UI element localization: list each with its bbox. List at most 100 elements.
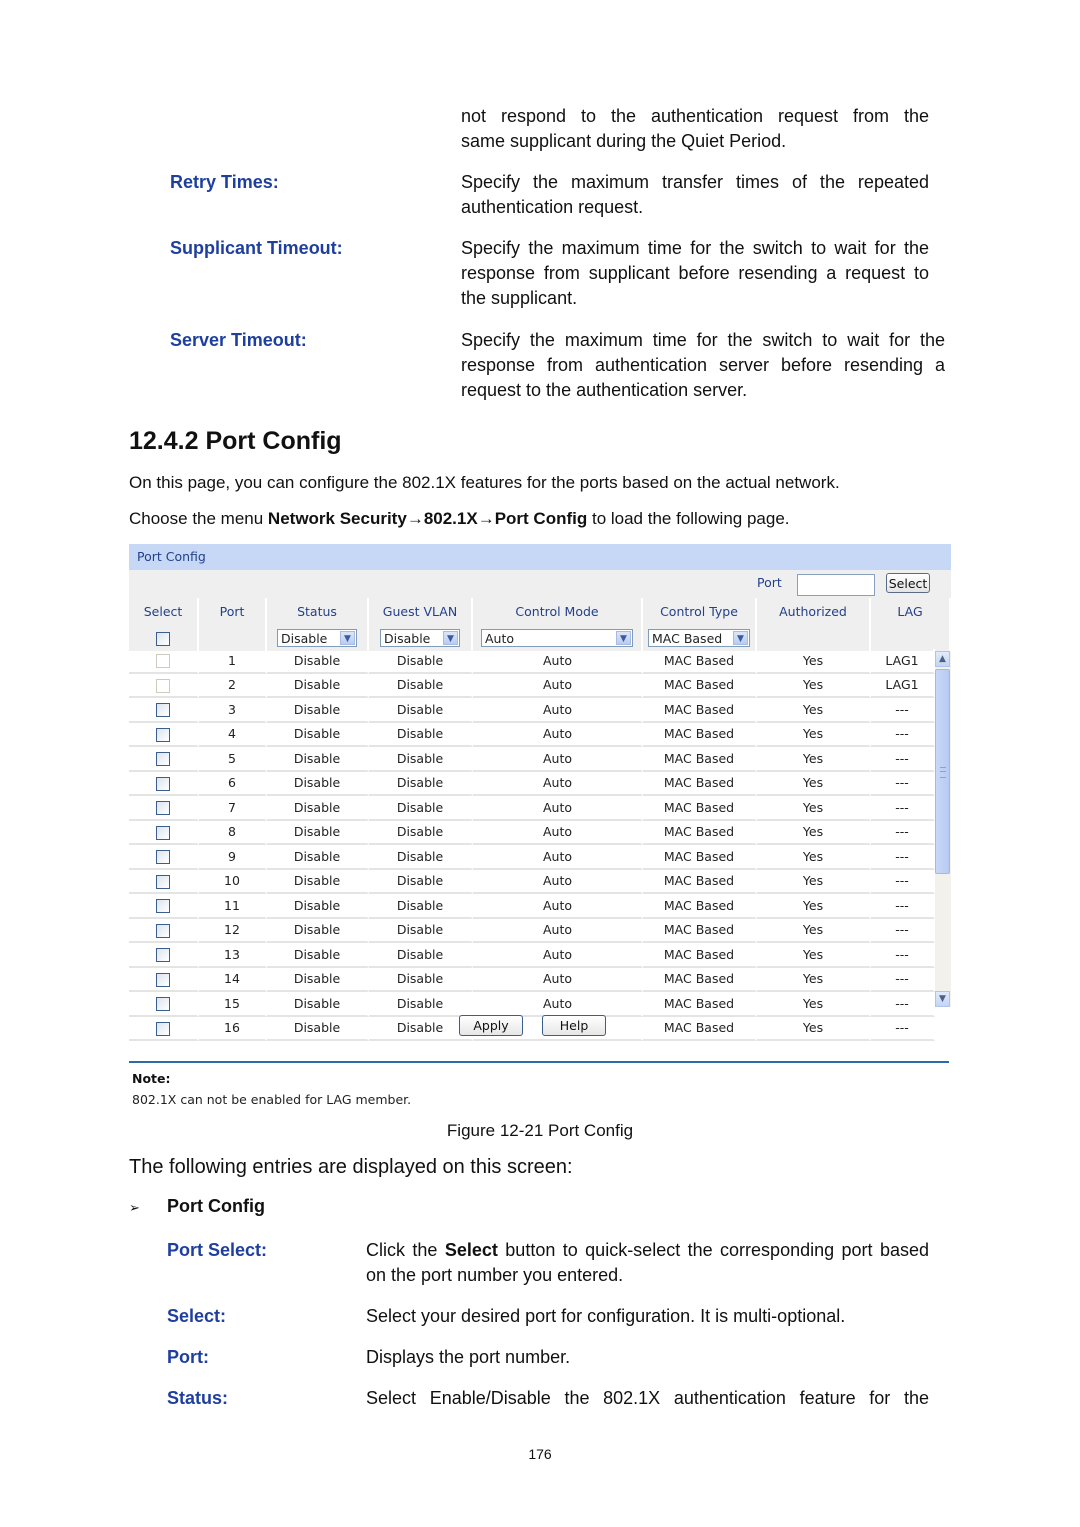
status-value: Disable — [267, 869, 369, 894]
apply-button[interactable]: Apply — [459, 1015, 523, 1036]
port-number: 1 — [199, 649, 267, 674]
page-number: 176 — [528, 1446, 552, 1462]
control-type-value: MAC Based — [643, 918, 757, 943]
panel-title: Port Config — [129, 544, 951, 570]
port-number: 7 — [199, 796, 267, 821]
col-authorized: Authorized — [757, 598, 871, 625]
control-mode-value: Auto — [473, 967, 643, 992]
lag-value: --- — [871, 992, 935, 1017]
desc-status: Select Enable/Disable the 802.1X authent… — [366, 1388, 929, 1408]
entries-intro: The following entries are displayed on t… — [129, 1156, 573, 1178]
table-row: 15 Disable Disable Auto MAC Based Yes --- — [129, 992, 935, 1017]
table-row: 1 Disable Disable Auto MAC Based Yes LAG1 — [129, 649, 935, 674]
term-server-timeout: Server Timeout: — [170, 330, 307, 350]
row-select-checkbox[interactable] — [156, 948, 170, 962]
table-scrollbar[interactable]: ▲ ▼ — [935, 651, 951, 1007]
scroll-down-icon[interactable]: ▼ — [935, 991, 950, 1007]
scrollbar-thumb[interactable] — [935, 669, 950, 874]
guest-vlan-value: Disable — [369, 673, 473, 698]
control-mode-value: Auto — [473, 649, 643, 674]
port-number: 8 — [199, 820, 267, 845]
authorized-value: Yes — [757, 747, 871, 772]
desc-supplicant-timeout: Specify the maximum time for the switch … — [461, 238, 929, 308]
authorized-value: Yes — [757, 918, 871, 943]
guest-vlan-value: Disable — [369, 845, 473, 870]
control-type-value: MAC Based — [643, 649, 757, 674]
port-number: 5 — [199, 747, 267, 772]
table-row: 2 Disable Disable Auto MAC Based Yes LAG1 — [129, 673, 935, 698]
control-mode-value: Auto — [473, 698, 643, 723]
control-mode-value: Auto — [473, 918, 643, 943]
row-select-checkbox[interactable] — [156, 703, 170, 717]
table-row: 5 Disable Disable Auto MAC Based Yes --- — [129, 747, 935, 772]
control-mode-value: Auto — [473, 869, 643, 894]
desc-select: Select your desired port for configurati… — [366, 1306, 846, 1326]
guest-vlan-value: Disable — [369, 820, 473, 845]
control-type-value: MAC Based — [643, 869, 757, 894]
control-mode-value: Auto — [473, 771, 643, 796]
port-number: 2 — [199, 673, 267, 698]
row-select-checkbox[interactable] — [156, 972, 170, 987]
lag-value: --- — [871, 820, 935, 845]
control-type-value: MAC Based — [643, 673, 757, 698]
term-status: Status: — [167, 1388, 229, 1408]
control-mode-value: Auto — [473, 722, 643, 747]
status-value: Disable — [267, 649, 369, 674]
row-select-checkbox[interactable] — [156, 752, 170, 766]
guest-vlan-value: Disable — [369, 894, 473, 919]
status-value: Disable — [267, 992, 369, 1017]
status-value: Disable — [267, 1016, 369, 1041]
row-select-checkbox[interactable] — [156, 899, 170, 913]
row-select-checkbox[interactable] — [156, 923, 170, 938]
table-row: 7 Disable Disable Auto MAC Based Yes --- — [129, 796, 935, 821]
authorized-value: Yes — [757, 992, 871, 1017]
port-config-panel: Port Config Port Select Select Port Stat… — [129, 544, 951, 1041]
status-value: Disable — [267, 796, 369, 821]
guest-vlan-value: Disable — [369, 869, 473, 894]
note-divider — [129, 1061, 949, 1063]
control-mode-value: Auto — [473, 845, 643, 870]
chevron-down-icon: ▼ — [616, 631, 631, 645]
control-type-value: MAC Based — [643, 992, 757, 1017]
control-type-value: MAC Based — [643, 943, 757, 968]
status-value: Disable — [267, 722, 369, 747]
control-mode-dropdown[interactable]: Auto ▼ — [481, 629, 633, 647]
select-button[interactable]: Select — [886, 573, 930, 593]
row-select-checkbox[interactable] — [156, 1021, 170, 1036]
control-type-value: MAC Based — [643, 820, 757, 845]
row-select-checkbox[interactable] — [156, 850, 170, 864]
port-table: 1 Disable Disable Auto MAC Based Yes LAG1 2 Disa… — [129, 649, 935, 1041]
guest-vlan-dropdown[interactable]: Disable ▼ — [380, 629, 460, 647]
port-number: 14 — [199, 967, 267, 992]
col-control-mode: Control Mode — [473, 598, 643, 625]
control-mode-value: Auto — [473, 796, 643, 821]
control-type-value: MAC Based — [643, 747, 757, 772]
control-type-value: MAC Based — [643, 1016, 757, 1041]
row-select-checkbox[interactable] — [156, 874, 170, 889]
help-button[interactable]: Help — [542, 1015, 606, 1036]
authorized-value: Yes — [757, 698, 871, 723]
row-select-checkbox — [156, 654, 170, 668]
authorized-value: Yes — [757, 1016, 871, 1041]
status-dropdown[interactable]: Disable ▼ — [277, 629, 357, 647]
lag-value: --- — [871, 918, 935, 943]
authorized-value: Yes — [757, 722, 871, 747]
row-select-checkbox[interactable] — [156, 997, 170, 1011]
control-mode-value: Auto — [473, 943, 643, 968]
term-select: Select: — [167, 1306, 227, 1326]
row-select-checkbox[interactable] — [156, 727, 170, 742]
port-input[interactable] — [797, 574, 875, 596]
control-type-dropdown[interactable]: MAC Based ▼ — [648, 629, 750, 647]
status-value: Disable — [267, 918, 369, 943]
authorized-value: Yes — [757, 845, 871, 870]
table-row: 12 Disable Disable Auto MAC Based Yes --- — [129, 918, 935, 943]
row-select-checkbox[interactable] — [156, 825, 170, 840]
select-all-checkbox[interactable] — [156, 631, 170, 646]
port-number: 10 — [199, 869, 267, 894]
guest-vlan-value: Disable — [369, 649, 473, 674]
scroll-up-icon[interactable]: ▲ — [935, 651, 950, 667]
row-select-checkbox[interactable] — [156, 776, 170, 791]
status-value: Disable — [267, 967, 369, 992]
row-select-checkbox[interactable] — [156, 801, 170, 815]
port-number: 6 — [199, 771, 267, 796]
